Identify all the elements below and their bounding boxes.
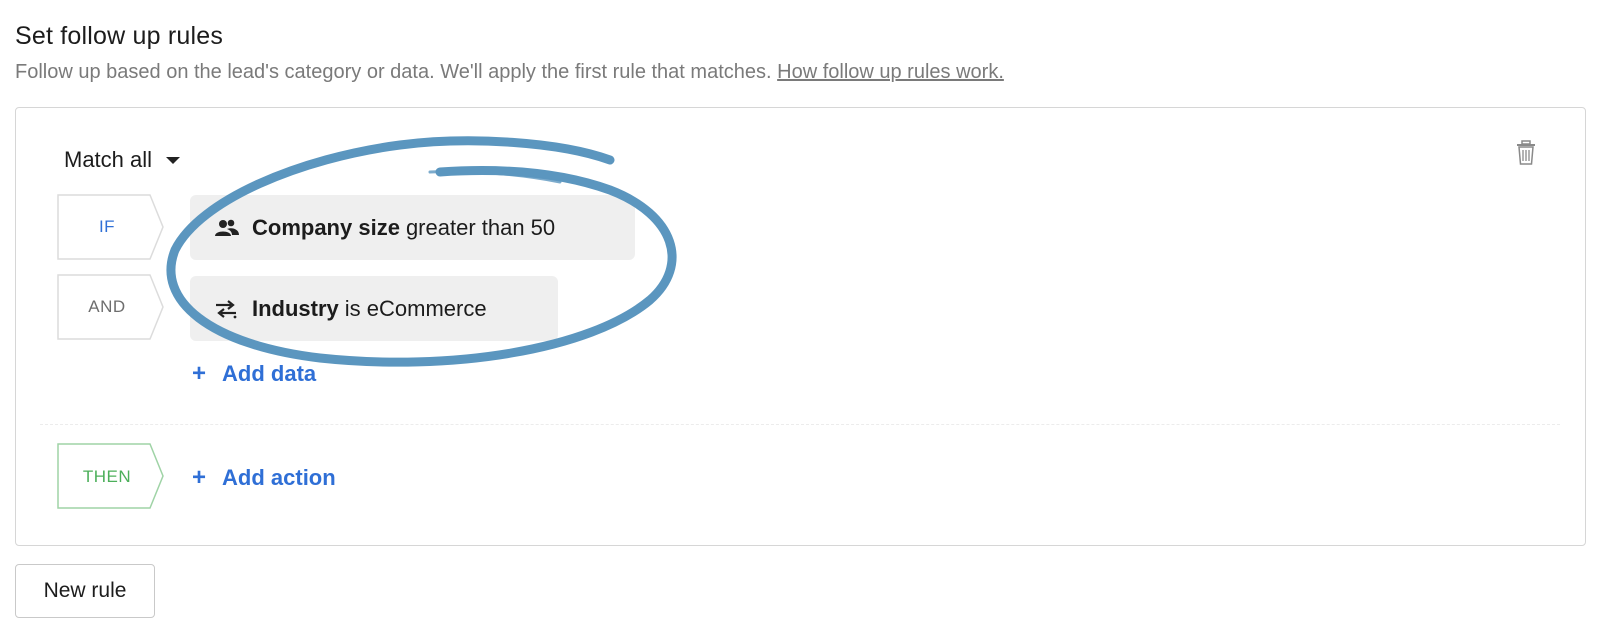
follow-up-rules-page: Set follow up rules Follow up based on t… [0,0,1600,628]
match-mode-dropdown[interactable]: Match all [64,147,181,173]
page-subtitle: Follow up based on the lead's category o… [15,61,1004,84]
match-mode-label: Match all [64,147,153,172]
subtitle-text: Follow up based on the lead's category o… [15,61,772,83]
condition-field: Company size [252,214,400,240]
add-data-button[interactable]: + Add data [192,360,316,388]
trash-icon[interactable] [1515,140,1537,171]
if-tag-label: IF [98,217,116,236]
caret-down-icon [166,156,181,164]
condition-field: Industry [252,295,339,321]
condition-operator-value: is eCommerce [344,295,487,321]
condition-industry[interactable]: Industry is eCommerce [190,276,558,341]
help-link[interactable]: How follow up rules work. [777,61,1004,83]
plus-icon: + [192,360,207,387]
new-rule-button[interactable]: New rule [15,564,155,618]
and-tag-label: AND [88,297,126,316]
add-action-label: Add action [222,465,336,490]
people-icon [214,218,240,238]
plus-icon: + [192,464,207,491]
condition-company-size[interactable]: Company size greater than 50 [190,195,635,260]
swap-arrows-icon [214,299,240,319]
condition-operator-value: greater than 50 [405,214,556,240]
add-data-label: Add data [222,361,317,386]
rule-divider [40,424,1560,425]
then-tag-label: THEN [82,467,132,486]
page-title: Set follow up rules [15,22,224,50]
add-action-button[interactable]: + Add action [192,464,336,492]
